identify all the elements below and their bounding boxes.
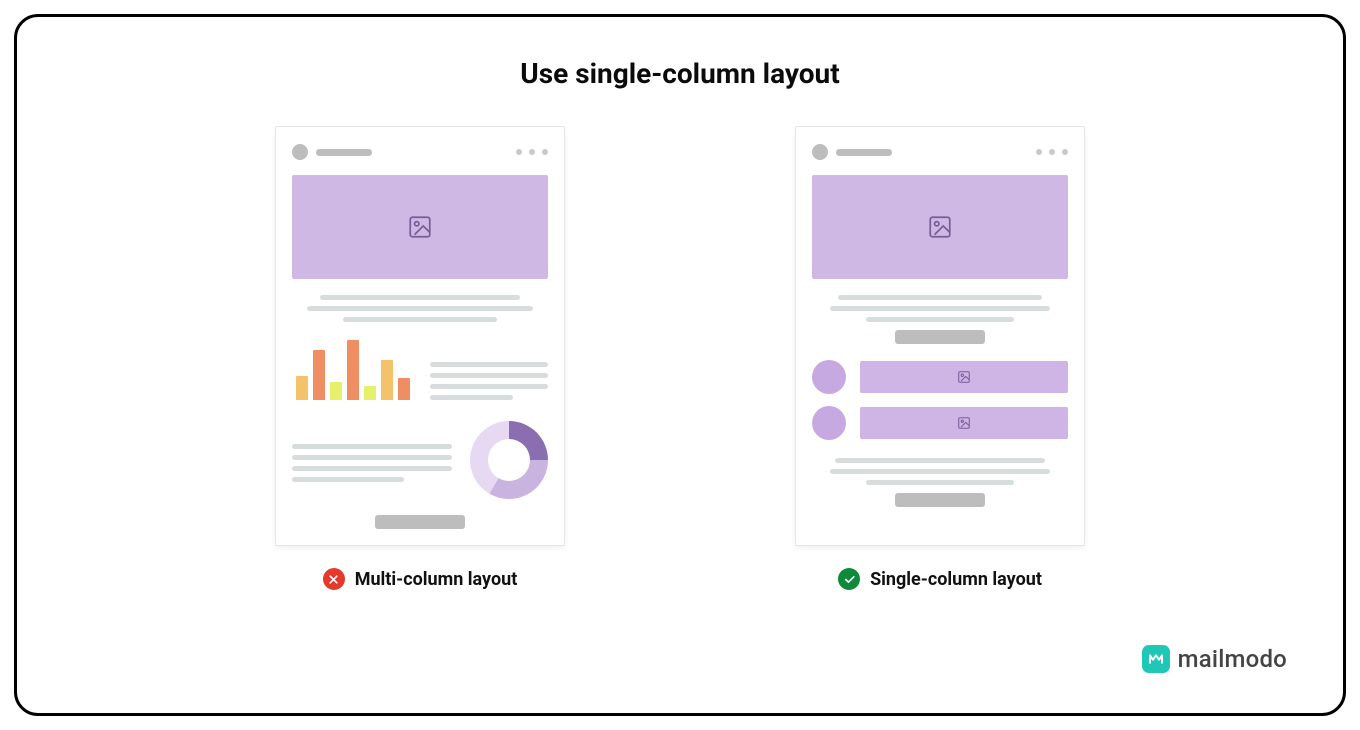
- bar-chart: [292, 334, 412, 400]
- list-image-strip: [860, 361, 1068, 393]
- text-lines: [430, 356, 548, 400]
- hero-image: [292, 175, 548, 279]
- text-line: [866, 317, 1014, 322]
- text-line: [838, 295, 1043, 300]
- text-line: [307, 306, 532, 311]
- single-body: [812, 295, 1068, 529]
- text-line: [830, 469, 1050, 474]
- check-badge: [838, 568, 860, 590]
- comparison-row: Multi-column layout: [57, 126, 1303, 590]
- bar: [347, 340, 359, 400]
- window-topbar: [292, 141, 548, 163]
- text-line: [430, 384, 548, 389]
- bar: [381, 360, 393, 400]
- hero-image: [812, 175, 1068, 279]
- text-line: [292, 477, 404, 482]
- window-dot: [1062, 149, 1068, 155]
- bar: [313, 350, 325, 400]
- list-avatar: [812, 406, 846, 440]
- bar: [364, 386, 376, 400]
- caption-bad: Multi-column layout: [323, 568, 518, 590]
- cross-badge: [323, 568, 345, 590]
- content-row-chart-text: [292, 334, 548, 400]
- window-dot: [542, 149, 548, 155]
- cta-button-placeholder: [895, 330, 985, 344]
- cta-button-placeholder: [895, 493, 985, 507]
- text-line: [430, 362, 548, 367]
- window-dot: [1036, 149, 1042, 155]
- image-icon: [927, 214, 953, 240]
- window-dot: [1049, 149, 1055, 155]
- text-line: [320, 295, 520, 300]
- text-line: [292, 466, 452, 471]
- window-topbar: [812, 141, 1068, 163]
- brand-mark-icon: [1147, 650, 1165, 668]
- username-placeholder: [316, 149, 372, 156]
- multi-body: [292, 334, 548, 529]
- text-line: [430, 373, 548, 378]
- text-lines: [292, 438, 452, 482]
- bar: [296, 376, 308, 400]
- text-line: [292, 455, 452, 460]
- topbar-left: [292, 144, 372, 160]
- window-controls: [516, 149, 548, 155]
- mock-window-single: [795, 126, 1085, 546]
- avatar: [812, 144, 828, 160]
- text-line: [343, 317, 497, 322]
- cta-button-placeholder: [375, 515, 465, 529]
- username-placeholder: [836, 149, 892, 156]
- image-icon: [957, 416, 971, 430]
- page-title: Use single-column layout: [520, 57, 839, 90]
- example-multi-column: Multi-column layout: [275, 126, 565, 590]
- list-item: [812, 360, 1068, 394]
- caption-good: Single-column layout: [838, 568, 1042, 590]
- window-dot: [529, 149, 535, 155]
- caption-good-label: Single-column layout: [870, 569, 1042, 590]
- caption-bad-label: Multi-column layout: [355, 569, 518, 590]
- text-lines: [812, 458, 1068, 485]
- brand: mailmodo: [1142, 645, 1287, 673]
- topbar-left: [812, 144, 892, 160]
- text-line: [835, 458, 1045, 463]
- content-row-text-donut: [292, 421, 548, 499]
- list-avatar: [812, 360, 846, 394]
- brand-name: mailmodo: [1178, 645, 1287, 673]
- image-icon: [407, 214, 433, 240]
- text-line: [430, 395, 513, 400]
- diagram-frame: Use single-column layout: [14, 14, 1346, 716]
- brand-logo: [1142, 645, 1170, 673]
- mock-window-multi: [275, 126, 565, 546]
- image-icon: [957, 370, 971, 384]
- example-single-column: Single-column layout: [795, 126, 1085, 590]
- bar: [330, 382, 342, 400]
- donut-chart: [470, 421, 548, 499]
- window-controls: [1036, 149, 1068, 155]
- text-line: [866, 480, 1014, 485]
- avatar: [292, 144, 308, 160]
- text-lines: [292, 295, 548, 322]
- cross-icon: [327, 573, 340, 586]
- check-icon: [843, 573, 856, 586]
- window-dot: [516, 149, 522, 155]
- text-line: [292, 444, 452, 449]
- text-line: [830, 306, 1050, 311]
- list-image-strip: [860, 407, 1068, 439]
- bar: [398, 378, 410, 400]
- list-item: [812, 406, 1068, 440]
- text-lines: [812, 295, 1068, 322]
